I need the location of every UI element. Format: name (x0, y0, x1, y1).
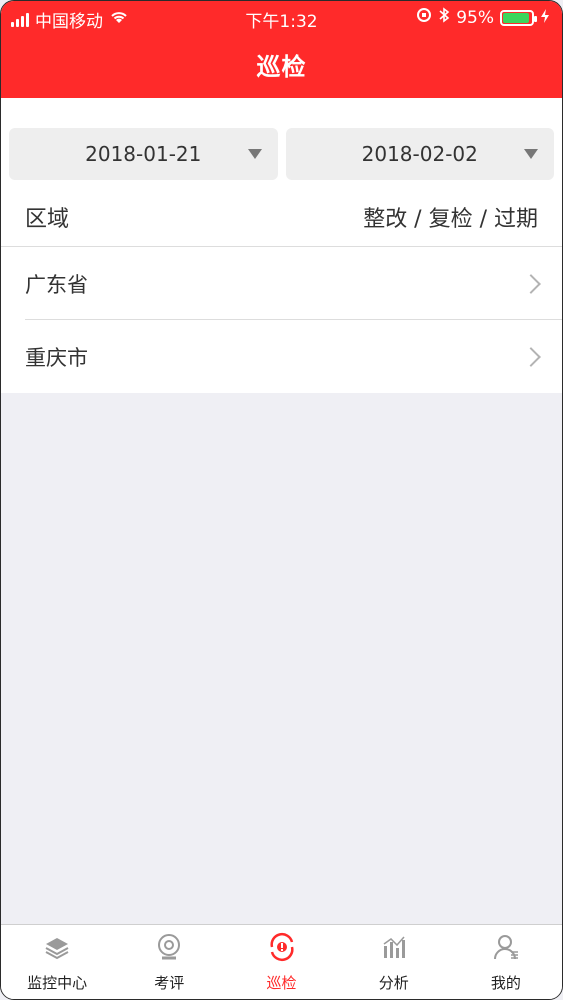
region-label: 广东省 (25, 272, 88, 297)
date-filters: 2018-01-21 2018-02-02 (1, 98, 562, 188)
tab-evaluation[interactable]: 考评 (113, 925, 225, 999)
tab-monitor-center[interactable]: 监控中心 (1, 925, 113, 999)
tab-label: 监控中心 (27, 974, 88, 992)
dropdown-triangle-icon (524, 149, 538, 159)
end-date-value: 2018-02-02 (361, 142, 478, 166)
chart-icon (379, 932, 409, 966)
battery-percent: 95% (456, 7, 494, 28)
charging-icon (540, 8, 550, 28)
phone-frame: 中国移动 下午1:32 95% 巡检 2018-01-21 2018-02-02… (0, 0, 563, 1000)
region-label: 重庆市 (25, 345, 88, 370)
chevron-right-icon (521, 346, 541, 367)
battery-icon (500, 9, 537, 26)
tab-analysis[interactable]: 分析 (338, 925, 450, 999)
main-content: 2018-01-21 2018-02-02 区域 整改 / 复检 / 过期 广东… (1, 98, 562, 393)
status-bar: 中国移动 下午1:32 95% (1, 1, 562, 35)
list-item[interactable]: 广东省 (1, 247, 562, 320)
eye-refresh-icon (267, 932, 297, 966)
page-title: 巡检 (256, 53, 307, 81)
start-date-value: 2018-01-21 (85, 142, 202, 166)
status-header: 整改 / 复检 / 过期 (363, 207, 538, 232)
chevron-right-icon (521, 273, 541, 294)
header-bar: 中国移动 下午1:32 95% 巡检 (1, 1, 562, 98)
user-icon (491, 932, 521, 966)
list-item[interactable]: 重庆市 (1, 320, 562, 393)
end-date-picker[interactable]: 2018-02-02 (285, 128, 554, 180)
bottom-tab-bar: 监控中心 考评 巡检 分析 我的 (1, 924, 562, 999)
bluetooth-icon (438, 7, 450, 28)
region-header: 区域 (25, 207, 70, 232)
dropdown-triangle-icon (247, 149, 262, 159)
table-header: 区域 整改 / 复检 / 过期 (1, 188, 562, 247)
camera-icon (154, 932, 184, 966)
tab-mine[interactable]: 我的 (450, 925, 562, 999)
tab-inspection[interactable]: 巡检 (225, 925, 337, 999)
start-date-picker[interactable]: 2018-01-21 (9, 128, 278, 180)
orientation-lock-icon (416, 7, 432, 28)
tab-label: 分析 (378, 974, 409, 992)
layers-icon (42, 932, 72, 966)
tab-label: 我的 (490, 974, 521, 992)
tab-label: 巡检 (266, 974, 297, 992)
tab-label: 考评 (154, 974, 185, 992)
region-list: 广东省 重庆市 (1, 247, 562, 393)
status-right: 95% (416, 7, 550, 28)
